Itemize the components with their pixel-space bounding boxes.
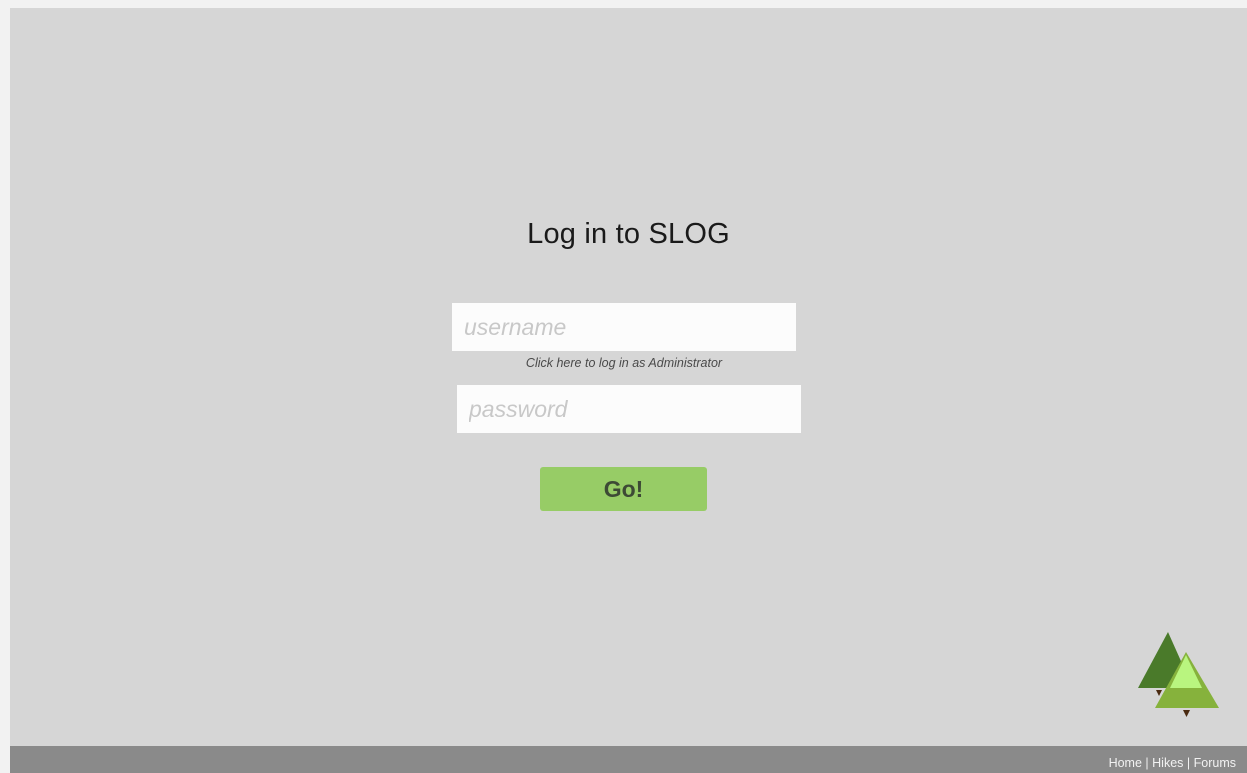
footer-link-hikes[interactable]: Hikes (1152, 756, 1183, 770)
footer-link-home[interactable]: Home (1109, 756, 1142, 770)
password-input[interactable] (457, 385, 801, 433)
footer-separator: | (1186, 756, 1194, 770)
login-page: Log in to SLOG Click here to log in as A… (10, 8, 1247, 746)
go-button[interactable]: Go! (540, 467, 707, 511)
footer-link-forums[interactable]: Forums (1194, 756, 1236, 770)
pine-trees-icon (1138, 632, 1219, 717)
page-title: Log in to SLOG (527, 218, 730, 250)
admin-login-link[interactable]: Click here to log in as Administrator (452, 356, 796, 370)
footer-nav: Home | Hikes | Forums (1109, 756, 1236, 770)
username-input[interactable] (452, 303, 796, 351)
footer: Home | Hikes | Forums (10, 746, 1247, 773)
